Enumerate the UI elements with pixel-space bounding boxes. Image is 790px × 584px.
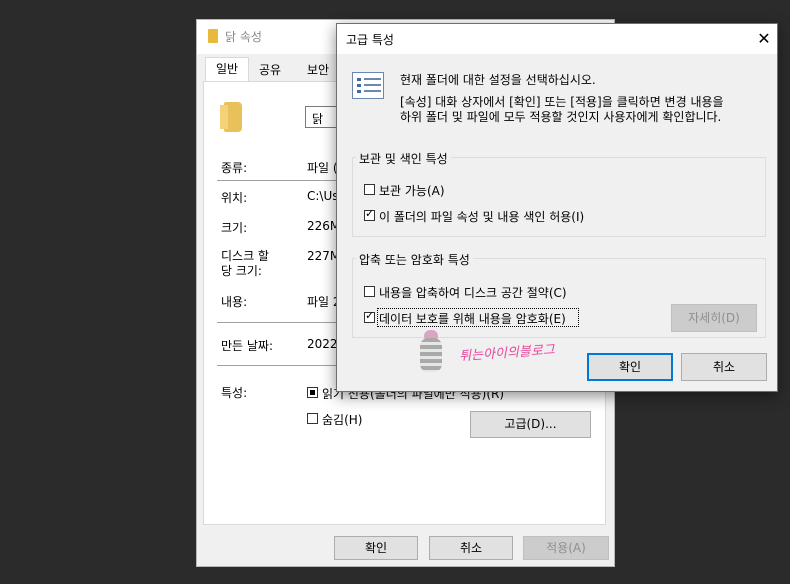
size-label: 크기:: [221, 221, 248, 235]
size-on-disk-label: 디스크 할 당 크기:: [221, 249, 269, 278]
properties-title: 닭 속성: [225, 30, 262, 44]
properties-list-icon: [352, 72, 384, 99]
intro-text: 현재 폴더에 대한 설정을 선택하십시오.: [400, 73, 596, 87]
contents-label: 내용:: [221, 295, 248, 309]
compress-encrypt-group-title: 압축 또는 암호화 특성: [356, 251, 473, 268]
type-label: 종류:: [221, 161, 248, 175]
archive-index-group-title: 보관 및 색인 특성: [356, 150, 451, 167]
advanced-attributes-dialog: 고급 특성 ✕ 현재 폴더에 대한 설정을 선택하십시오. [속성] 대화 상자…: [336, 23, 778, 392]
encrypt-label: 데이터 보호를 위해 내용을 암호화(E): [379, 312, 566, 326]
ok-button[interactable]: 확인: [587, 353, 673, 381]
tab-sharing[interactable]: 공유: [249, 59, 291, 81]
location-value: C:\Us: [307, 189, 339, 203]
folder-icon: [220, 102, 242, 132]
created-label: 만든 날짜:: [221, 339, 274, 353]
archive-checkbox[interactable]: [364, 184, 375, 195]
cancel-button[interactable]: 취소: [429, 536, 513, 560]
details-button: 자세히(D): [671, 304, 757, 332]
hidden-checkbox[interactable]: [307, 413, 318, 424]
cancel-button[interactable]: 취소: [681, 353, 767, 381]
watermark-text: 튀는아이의블로그: [458, 342, 556, 365]
index-checkbox[interactable]: [364, 207, 375, 221]
advanced-button[interactable]: 고급(D)...: [470, 411, 591, 438]
ok-button[interactable]: 확인: [334, 536, 418, 560]
folder-icon: [208, 29, 218, 43]
compress-label: 내용을 압축하여 디스크 공간 절약(C): [379, 286, 567, 300]
created-value: 2022: [307, 337, 338, 351]
archive-label: 보관 가능(A): [379, 184, 445, 198]
hidden-label: 숨김(H): [322, 413, 363, 427]
type-value: 파일 (: [307, 161, 338, 175]
tab-general[interactable]: 일반: [205, 57, 250, 83]
advanced-titlebar: 고급 특성 ✕: [337, 24, 777, 54]
tab-security[interactable]: 보안: [297, 59, 339, 81]
readonly-checkbox[interactable]: [307, 387, 318, 398]
compress-checkbox[interactable]: [364, 286, 375, 297]
apply-button: 적용(A): [523, 536, 609, 560]
attributes-label: 특성:: [221, 386, 248, 400]
encrypt-checkbox[interactable]: [364, 309, 375, 323]
advanced-title: 고급 특성: [346, 33, 394, 47]
index-label: 이 폴더의 파일 속성 및 내용 색인 허용(I): [379, 210, 585, 224]
close-icon[interactable]: ✕: [750, 26, 778, 52]
description-line-2: 하위 폴더 및 파일에 모두 적용할 것인지 사용자에게 확인합니다.: [400, 110, 722, 124]
location-label: 위치:: [221, 191, 248, 205]
